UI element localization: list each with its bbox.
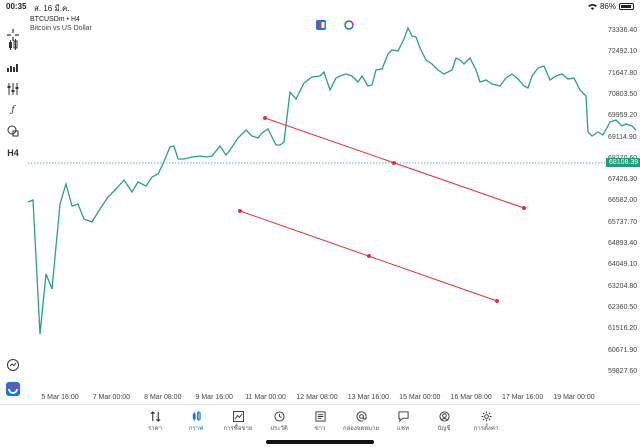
price-axis-label: 62360.50 bbox=[608, 303, 638, 311]
current-price-tag: 68108.39 bbox=[606, 158, 640, 167]
trendline-handle bbox=[263, 116, 267, 120]
indicator-logo-icon[interactable] bbox=[344, 20, 354, 30]
time-axis-label: 12 Mar 08:00 bbox=[296, 394, 338, 401]
price-axis-label: 73336.40 bbox=[608, 27, 638, 34]
tab-label: กราฟ bbox=[188, 426, 204, 432]
price-chart[interactable] bbox=[28, 14, 640, 394]
price-axis-label: 70803.50 bbox=[608, 90, 638, 98]
history-icon bbox=[259, 409, 299, 423]
tab-label: ประวัติ bbox=[270, 426, 288, 432]
tab-settings[interactable]: การตั้งค่า bbox=[466, 409, 506, 433]
time-axis-label: 9 Mar 16:00 bbox=[195, 394, 233, 401]
price-axis-label: 64893.40 bbox=[608, 240, 638, 247]
home-indicator bbox=[266, 440, 374, 444]
price-axis-label: 69959.20 bbox=[608, 112, 638, 120]
trade-icon bbox=[218, 409, 258, 423]
battery-icon bbox=[619, 3, 634, 10]
time-axis-label: 15 Mar 00:00 bbox=[399, 394, 441, 401]
trendline-handle bbox=[495, 299, 499, 303]
trendline-lower[interactable] bbox=[238, 209, 499, 303]
price-axis-label: 61516.20 bbox=[608, 325, 638, 333]
tab-label: การตั้งค่า bbox=[473, 426, 499, 432]
tab-label: ราคา bbox=[148, 426, 162, 432]
account-icon bbox=[424, 409, 464, 423]
tab-label: ข่าว bbox=[314, 426, 326, 432]
trendline-handle bbox=[238, 209, 242, 213]
function-icon[interactable]: ƒ bbox=[6, 103, 20, 117]
time-axis-label: 7 Mar 00:00 bbox=[92, 394, 131, 401]
wifi-icon bbox=[588, 3, 597, 10]
time-axis-label: 13 Mar 16:00 bbox=[347, 394, 390, 401]
tab-label: แชท bbox=[397, 426, 409, 432]
chart-header-icons bbox=[316, 20, 354, 30]
time-axis-label: 11 Mar 00:00 bbox=[245, 394, 286, 401]
price-axis-label: 64049.10 bbox=[608, 261, 638, 269]
trade-panel-icon[interactable] bbox=[316, 20, 326, 30]
chart-icon bbox=[176, 409, 216, 423]
battery-percent: 86% bbox=[599, 2, 616, 11]
tab-mailbox[interactable]: กล่องจดหมาย bbox=[341, 409, 381, 433]
price-axis-label: 59827.60 bbox=[608, 367, 638, 375]
quotes-icon bbox=[135, 409, 175, 423]
time-axis-label: 8 Mar 08:00 bbox=[144, 394, 182, 401]
tab-trade[interactable]: การซื้อขาย bbox=[218, 409, 258, 433]
price-axis-label: 65737.70 bbox=[608, 218, 638, 226]
tab-chart[interactable]: กราฟ bbox=[176, 409, 216, 433]
price-line bbox=[28, 26, 637, 335]
candlestick-icon[interactable] bbox=[6, 38, 20, 52]
tab-history[interactable]: ประวัติ bbox=[259, 409, 299, 433]
trendline-handle bbox=[392, 161, 396, 165]
tab-news[interactable]: ข่าว bbox=[300, 409, 340, 433]
status-time: 00:35 bbox=[6, 2, 27, 11]
price-axis-label: 71647.80 bbox=[608, 69, 638, 77]
time-axis-label: 17 Mar 16:00 bbox=[501, 394, 544, 401]
trendline-handle bbox=[522, 206, 526, 210]
time-axis-label: 19 Mar 00:00 bbox=[553, 394, 595, 401]
tab-chat[interactable]: แชท bbox=[383, 409, 423, 433]
app-logo-icon[interactable] bbox=[6, 382, 20, 396]
mailbox-icon bbox=[341, 409, 381, 423]
trendline-handle bbox=[367, 254, 371, 258]
tab-label: กล่องจดหมาย bbox=[342, 426, 380, 432]
status-indicators: 86% bbox=[588, 2, 634, 11]
settings-icon bbox=[466, 409, 506, 423]
shapes-icon[interactable] bbox=[6, 124, 20, 138]
price-axis-label: 63204.80 bbox=[608, 282, 638, 290]
crosshair-search-icon[interactable] bbox=[6, 358, 20, 372]
chat-icon bbox=[383, 409, 423, 423]
price-axis-label: 67426.30 bbox=[608, 176, 638, 184]
settings-sliders-icon[interactable] bbox=[6, 82, 20, 96]
indicator-icon[interactable] bbox=[6, 60, 20, 74]
chart-area[interactable]: 73336.40 72492.10 71647.80 70803.50 69959.20… bbox=[28, 14, 640, 401]
tab-label: บัญชี bbox=[437, 426, 451, 432]
news-icon bbox=[300, 409, 340, 423]
tab-label: การซื้อขาย bbox=[223, 426, 253, 432]
price-axis-label: 69114.90 bbox=[608, 133, 637, 141]
tab-quotes[interactable]: ราคา bbox=[135, 409, 175, 433]
time-axis-label: 16 Mar 08:00 bbox=[450, 394, 492, 401]
price-axis-label: 60671.90 bbox=[608, 346, 638, 354]
price-axis-label: 66582.00 bbox=[608, 197, 638, 205]
price-axis-label: 72492.10 bbox=[608, 48, 638, 56]
tab-account[interactable]: บัญชี bbox=[424, 409, 464, 433]
time-axis-label: 5 Mar 16:00 bbox=[41, 394, 79, 401]
timeframe-button[interactable]: H4 bbox=[6, 146, 20, 160]
status-bar: 00:35 ส. 16 มี.ค. 86% bbox=[0, 0, 640, 13]
